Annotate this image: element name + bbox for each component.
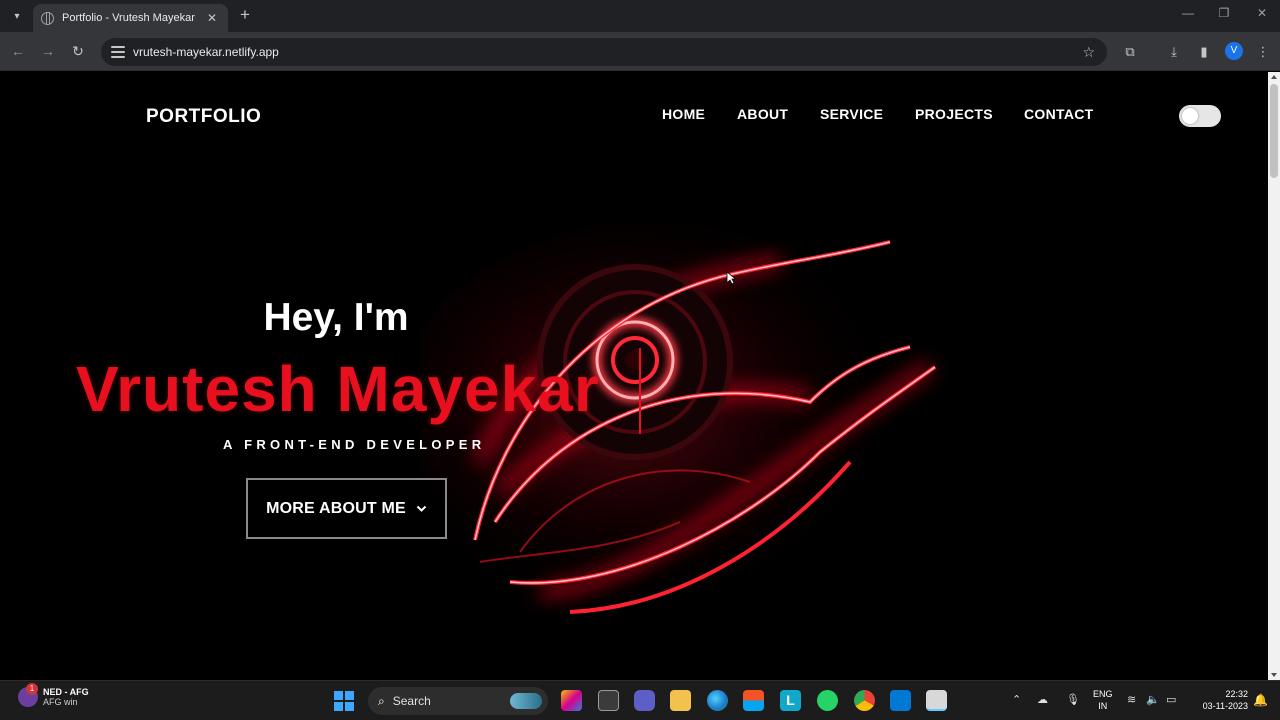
hero-name: Vrutesh Mayekar — [76, 353, 600, 425]
volume-icon[interactable]: 🔈 — [1146, 693, 1160, 706]
nav-home-link[interactable]: HOME — [662, 106, 705, 122]
windows-start-icon[interactable] — [334, 691, 354, 711]
microphone-icon[interactable]: 🎙 — [1066, 693, 1080, 706]
theme-toggle-switch[interactable] — [1179, 105, 1221, 127]
address-bar[interactable]: vrutesh-mayekar.netlify.app ☆ — [101, 38, 1107, 66]
browser-tab[interactable]: Portfolio - Vrutesh Mayekar ✕ — [33, 4, 228, 32]
copilot-app-icon[interactable] — [561, 690, 582, 711]
widget-badge-count: 1 — [26, 683, 38, 695]
file-explorer-icon[interactable] — [670, 690, 691, 711]
reload-icon[interactable]: ↻ — [68, 41, 88, 61]
page-scrollbar[interactable] — [1268, 72, 1280, 680]
notification-bell-icon[interactable]: 🔔 — [1253, 693, 1268, 707]
window-close-icon[interactable]: ✕ — [1252, 6, 1272, 20]
chevron-down-icon — [416, 505, 427, 512]
portfolio-page: PORTFOLIO HOME ABOUT SERVICE PROJECTS CO… — [0, 72, 1268, 680]
vscode-icon[interactable] — [890, 690, 911, 711]
windows-taskbar: 1 NED - AFG AFG win ⌕ Search L ⌃ ☁ 🎙 ENG… — [0, 680, 1280, 720]
task-view-icon[interactable] — [598, 690, 619, 711]
scrollbar-thumb[interactable] — [1270, 84, 1278, 178]
taskbar-search-label: Search — [392, 694, 431, 708]
forward-arrow-icon[interactable]: → — [38, 41, 58, 61]
nav-projects-link[interactable]: PROJECTS — [915, 106, 993, 122]
tab-search-icon[interactable]: ▾ — [6, 5, 28, 27]
battery-icon[interactable]: ▭ — [1166, 693, 1176, 706]
search-highlight-icon — [510, 693, 542, 709]
nav-service-link[interactable]: SERVICE — [820, 106, 883, 122]
profile-avatar[interactable]: V — [1225, 42, 1243, 60]
onedrive-cloud-icon[interactable]: ☁ — [1037, 693, 1048, 706]
site-settings-icon[interactable] — [111, 46, 125, 58]
url-text[interactable]: vrutesh-mayekar.netlify.app — [133, 45, 1082, 59]
wifi-icon[interactable]: ≋ — [1127, 693, 1136, 706]
clock-time: 22:32 — [1225, 689, 1248, 699]
new-tab-button[interactable]: + — [235, 5, 255, 25]
cta-label: MORE ABOUT ME — [266, 499, 406, 517]
tab-close-icon[interactable]: ✕ — [204, 11, 220, 25]
nav-contact-link[interactable]: CONTACT — [1024, 106, 1094, 122]
nav-about-link[interactable]: ABOUT — [737, 106, 788, 122]
mouse-pointer-icon — [726, 271, 736, 285]
language-code: ENG — [1093, 689, 1113, 699]
browser-toolbar: ← → ↻ vrutesh-mayekar.netlify.app ☆ ⧉ ⤓ … — [0, 32, 1280, 71]
menu-kebab-icon[interactable]: ⋮ — [1254, 43, 1272, 61]
region-code: IN — [1098, 701, 1108, 711]
teams-app-icon[interactable] — [634, 690, 655, 711]
download-icon[interactable]: ⤓ — [1165, 43, 1183, 61]
search-icon: ⌕ — [378, 693, 385, 708]
widget-title: NED - AFG — [43, 687, 89, 697]
site-logo[interactable]: PORTFOLIO — [146, 106, 261, 128]
news-widget[interactable]: 1 NED - AFG AFG win — [18, 683, 89, 707]
chrome-browser-icon[interactable] — [854, 690, 875, 711]
taskbar-search-box[interactable]: ⌕ Search — [368, 687, 548, 715]
app-l-icon[interactable]: L — [780, 690, 801, 711]
side-panel-icon[interactable]: ▮ — [1195, 43, 1213, 61]
whatsapp-icon[interactable] — [817, 690, 838, 711]
globe-icon — [41, 11, 54, 25]
toggle-knob — [1182, 108, 1198, 124]
language-indicator[interactable]: ENG IN — [1093, 688, 1113, 712]
scroll-up-icon[interactable] — [1271, 75, 1277, 79]
tab-title: Portfolio - Vrutesh Mayekar — [62, 12, 195, 24]
hero-greeting: Hey, I'm — [263, 296, 409, 339]
minimize-icon[interactable]: — — [1178, 6, 1198, 20]
hero-role: A FRONT-END DEVELOPER — [223, 437, 486, 452]
snipping-tool-icon[interactable] — [926, 690, 947, 711]
more-about-me-button[interactable]: MORE ABOUT ME — [246, 478, 447, 539]
maximize-icon[interactable]: ❐ — [1214, 6, 1234, 20]
edge-browser-icon[interactable] — [707, 690, 728, 711]
browser-tab-strip: ▾ Portfolio - Vrutesh Mayekar ✕ + — ❐ ✕ — [0, 0, 1280, 32]
microsoft-store-icon[interactable] — [743, 690, 764, 711]
typing-caret — [639, 348, 641, 434]
clock-date: 03-11-2023 — [1202, 701, 1248, 711]
system-clock[interactable]: 22:32 03-11-2023 — [1192, 688, 1248, 712]
tray-chevron-up-icon[interactable]: ⌃ — [1012, 693, 1021, 706]
extensions-icon[interactable]: ⧉ — [1121, 43, 1139, 61]
scroll-down-icon[interactable] — [1271, 673, 1277, 677]
back-arrow-icon[interactable]: ← — [8, 41, 28, 61]
widget-badge-icon: 1 — [18, 683, 38, 707]
widget-subtitle: AFG win — [43, 697, 78, 707]
bookmark-star-icon[interactable]: ☆ — [1082, 44, 1095, 61]
